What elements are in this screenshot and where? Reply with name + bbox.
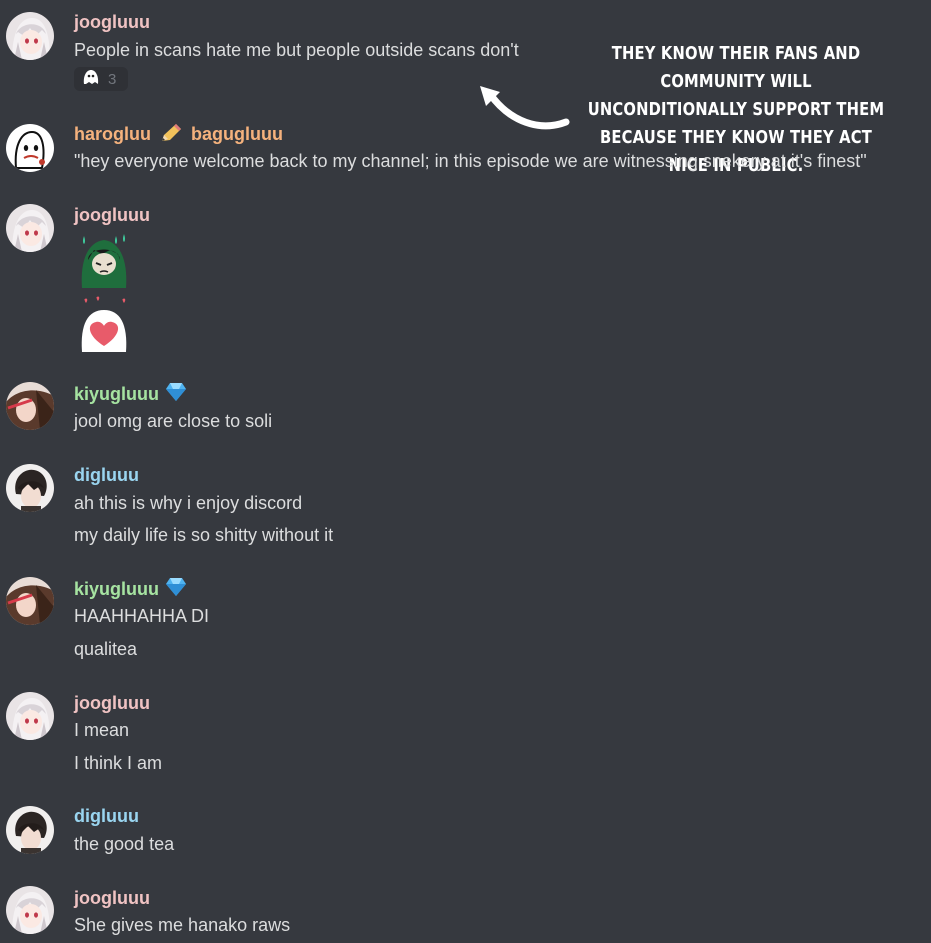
avatar[interactable] [6,382,54,430]
avatar[interactable] [6,692,54,740]
message-text: People in scans hate me but people outsi… [74,40,519,60]
avatar[interactable] [6,577,54,625]
username[interactable]: digluuu [74,464,139,486]
reaction-button[interactable]: 3 [74,67,128,91]
message-text: "hey everyone welcome back to my channel… [74,151,867,171]
username-name: kiyugluuu [74,579,159,599]
avatar[interactable] [6,464,54,512]
username[interactable]: kiyugluuu [74,382,187,407]
username[interactable]: digluuu [74,805,139,827]
message-text: I mean [74,720,130,740]
username[interactable]: joogluuu [74,887,150,909]
message-text: the good tea [74,834,175,854]
pencil-emoji-icon [160,123,182,148]
avatar[interactable] [6,204,54,252]
username-suffix: bagugluuu [191,124,284,144]
avatar[interactable] [6,886,54,934]
username[interactable]: joogluuu [74,692,150,714]
ghost-emoji-icon [82,69,100,90]
reaction-count: 3 [108,70,117,88]
username[interactable]: joogluuu [74,11,150,33]
username-name: kiyugluuu [74,384,159,404]
message-text: ah this is why i enjoy discord [74,493,303,513]
message-text: qualitea [74,639,138,659]
avatar[interactable] [6,124,54,172]
curved-arrow-icon [470,78,574,139]
diamond-icon [165,577,187,602]
message-text: She gives me hanako raws [74,915,291,935]
message-text: my daily life is so shitty without it [74,525,334,545]
username[interactable]: harogluu bagugluuu [74,123,283,148]
message-text: HAAHHAHHA DI [74,606,210,626]
avatar[interactable] [6,806,54,854]
heart-ghost-sticker[interactable] [74,294,134,359]
username[interactable]: kiyugluuu [74,577,187,602]
username-name: harogluu [74,124,151,144]
diamond-icon [165,382,187,407]
message-text: jool omg are close to soli [74,411,273,431]
message-text: I think I am [74,753,163,773]
avatar[interactable] [6,12,54,60]
sweating-character-sticker[interactable] [74,230,134,295]
username[interactable]: joogluuu [74,204,150,226]
